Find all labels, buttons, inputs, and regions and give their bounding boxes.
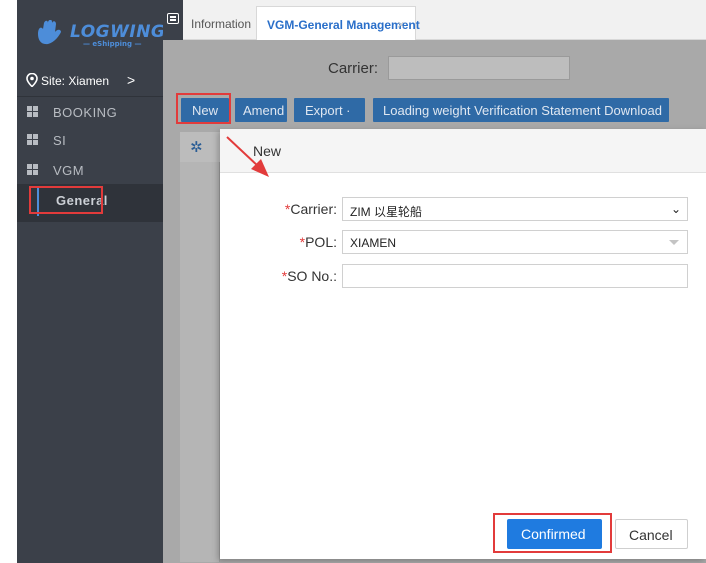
highlight-box	[29, 186, 103, 214]
grid-icon	[27, 106, 39, 118]
site-selector[interactable]: Site: Xiamen >	[17, 66, 163, 94]
pol-label: POL:	[305, 234, 337, 250]
logo-hand-icon	[38, 20, 61, 45]
sidebar-item-si[interactable]: SI	[17, 126, 163, 154]
export-button[interactable]: Export ·	[294, 98, 365, 122]
dialog-header: New	[220, 129, 706, 173]
pol-select-value: XIAMEN	[350, 236, 397, 250]
menu-toggle-button[interactable]	[163, 0, 183, 40]
carrier-select-value: ZIM 以星轮船	[350, 205, 422, 219]
cancel-button[interactable]: Cancel	[615, 519, 688, 549]
sidebar-item-label: BOOKING	[53, 105, 118, 120]
pol-field-label: *POL:	[260, 230, 337, 254]
filter-bar: Carrier:	[163, 40, 706, 92]
chevron-right-icon: >	[127, 72, 136, 88]
grid-column	[180, 162, 220, 562]
button-label: Cancel	[629, 527, 673, 543]
brand-name: LOGWING	[70, 22, 166, 42]
logo: LOGWING — eShipping —	[17, 0, 166, 64]
button-label: Loading weight Verification Statement Do…	[383, 103, 662, 118]
menu-collapse-icon	[167, 13, 179, 24]
location-pin-icon	[26, 73, 38, 87]
pol-select[interactable]: XIAMEN	[342, 230, 688, 254]
sidebar-item-vgm[interactable]: VGM	[17, 156, 163, 184]
amend-button[interactable]: Amend	[235, 98, 287, 122]
highlight-box	[176, 93, 231, 124]
tab-label: Information	[191, 17, 252, 31]
tab-bar: Information VGM-General Management ×	[163, 0, 706, 40]
chevron-down-icon: ⌄	[670, 202, 681, 216]
so-label: SO No.:	[287, 268, 337, 284]
brand-tagline: — eShipping —	[83, 40, 142, 48]
new-dialog: New *Carrier: ZIM 以星轮船 ⌄ *POL: XIAMEN *S…	[220, 129, 706, 559]
triangle-down-icon	[669, 240, 679, 245]
sidebar: LOGWING — eShipping — Site: Xiamen > BOO…	[17, 0, 166, 563]
sidebar-divider	[17, 96, 163, 97]
carrier-label: Carrier:	[290, 201, 337, 217]
site-label: Site: Xiamen	[41, 74, 110, 88]
carrier-filter-label: Carrier:	[328, 60, 379, 77]
tab-information[interactable]: Information	[187, 6, 257, 40]
download-statement-button[interactable]: Loading weight Verification Statement Do…	[373, 98, 669, 122]
gear-icon[interactable]: ✲	[190, 138, 203, 156]
sidebar-item-label: VGM	[53, 163, 85, 178]
grid-icon	[27, 164, 39, 176]
carrier-select[interactable]: ZIM 以星轮船 ⌄	[342, 197, 688, 221]
sidebar-item-booking[interactable]: BOOKING	[17, 98, 163, 126]
highlight-box	[493, 513, 612, 553]
tab-vgm-general-management[interactable]: VGM-General Management ×	[256, 6, 420, 40]
sidebar-item-label: SI	[53, 133, 67, 148]
toolbar: New Amend Export · Loading weight Verifi…	[163, 92, 706, 128]
so-field-label: *SO No.:	[260, 264, 337, 288]
grid-icon	[27, 134, 39, 146]
so-number-input[interactable]	[342, 264, 688, 288]
carrier-filter-input[interactable]	[388, 56, 570, 80]
carrier-field-label: *Carrier:	[260, 197, 337, 221]
close-icon[interactable]: ×	[397, 17, 405, 32]
annotation-arrow-icon	[226, 136, 269, 177]
button-label: Amend	[243, 103, 285, 118]
button-label: Export ·	[305, 103, 351, 118]
